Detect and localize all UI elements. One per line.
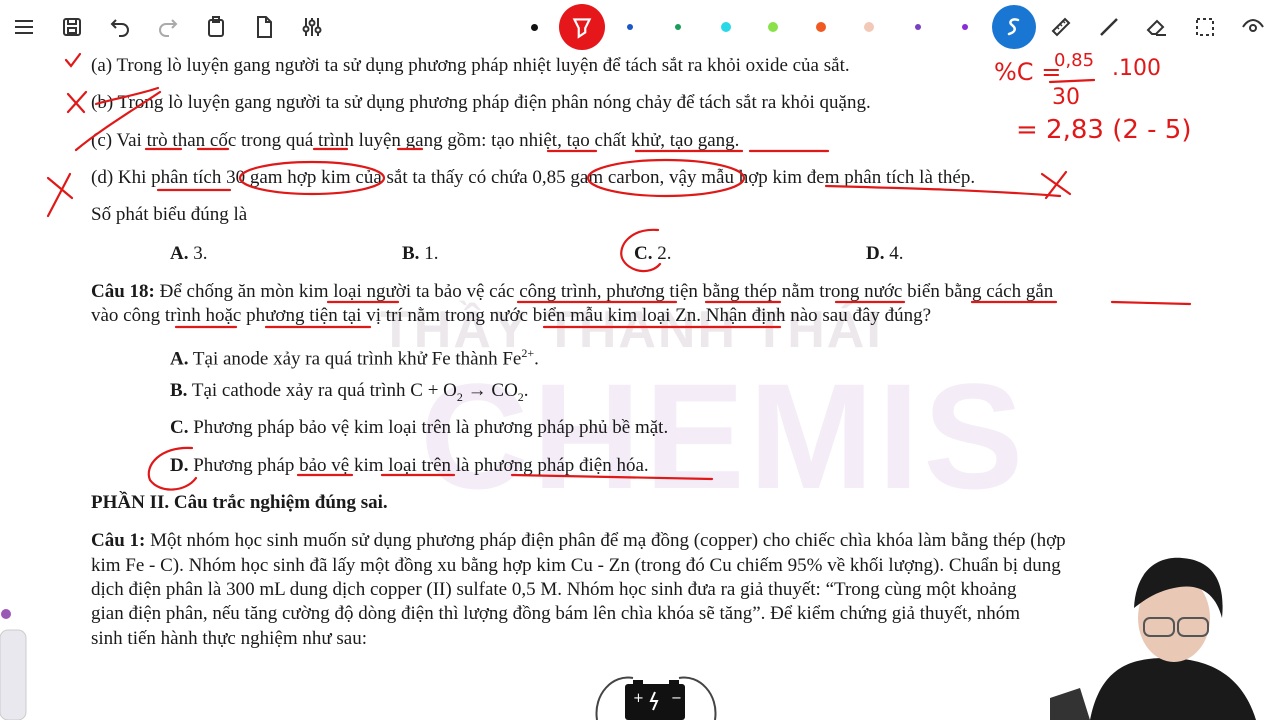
q1-line5: sinh tiến hành thực nghiệm như sau:: [91, 628, 368, 649]
line-icon[interactable]: [1094, 12, 1124, 42]
q17-prompt: Số phát biểu đúng là: [91, 204, 248, 225]
orange-color-swatch[interactable]: [816, 22, 826, 32]
option-end: .: [523, 380, 529, 401]
green-color-swatch[interactable]: [675, 24, 681, 30]
option-key: B.: [402, 243, 420, 264]
option-key: D.: [866, 243, 885, 264]
q1-line1: Câu 1: Một nhóm học sinh muốn sử dụng ph…: [91, 529, 1066, 553]
option-text: Tại anode xảy ra quá trình khử Fe thành …: [192, 348, 522, 370]
purple-color-swatch[interactable]: [962, 24, 968, 30]
q17-option-c[interactable]: C. 2.: [634, 242, 671, 266]
option-key: C.: [634, 243, 653, 264]
q18-option-d[interactable]: D. Phương pháp bảo vệ kim loại trên là p…: [170, 454, 649, 478]
q18-text1: Để chống ăn mòn kim loại người ta bảo vệ…: [159, 281, 1054, 302]
q17-statement-d: (d) Khi phân tích 30 gam hợp kim của sắt…: [91, 167, 976, 188]
q1-line3: dịch điện phân là 300 mL dung dịch coppe…: [91, 579, 1017, 600]
cross-mark-thep: [1040, 170, 1072, 200]
ink-multiplier: .100: [1112, 56, 1161, 81]
q1-text1: Một nhóm học sinh muốn sử dụng phương ph…: [150, 530, 1066, 551]
highlighter-tool-button[interactable]: [559, 4, 605, 50]
option-text: Phương pháp bảo vệ kim loại trên là phươ…: [193, 417, 669, 438]
lime-color-swatch[interactable]: [768, 22, 778, 32]
option-key: A.: [170, 348, 189, 370]
q17-option-d[interactable]: D. 4.: [866, 242, 903, 266]
q17-option-a[interactable]: A. 3.: [170, 242, 207, 266]
save-icon[interactable]: [57, 12, 87, 42]
sliders-icon[interactable]: [297, 12, 327, 42]
ruler-icon[interactable]: [1046, 12, 1076, 42]
q18-label: Câu 18:: [91, 281, 155, 302]
cross-mark-d: [46, 172, 74, 218]
highlighter-icon: [572, 18, 592, 39]
page-icon[interactable]: [249, 12, 279, 42]
q1-label: Câu 1:: [91, 530, 146, 551]
peach-color-swatch[interactable]: [864, 22, 874, 32]
option-key: C.: [170, 417, 189, 438]
q17-statement-b: (b) Trong lò luyện gang người ta sử dụng…: [91, 92, 871, 113]
check-mark-a: [64, 52, 82, 68]
cross-mark-b: [66, 90, 88, 114]
q1-line4: gian điện phân, nếu tăng cường độ dòng đ…: [91, 603, 1021, 624]
ink-result: = 2,83 (2 - 5): [1016, 115, 1192, 145]
eraser-icon[interactable]: [1142, 12, 1172, 42]
option-text: Phương pháp bảo vệ kim loại trên là phươ…: [193, 455, 649, 476]
ink-denominator: 30: [1052, 85, 1080, 110]
eye-icon[interactable]: [1238, 12, 1268, 42]
option-value: 2.: [657, 243, 672, 264]
q18-option-a[interactable]: A. Tại anode xảy ra quá trình khử Fe thà…: [170, 341, 539, 371]
option-value: 4.: [889, 243, 904, 264]
clipboard-icon[interactable]: [201, 12, 231, 42]
option-value: 3.: [193, 243, 208, 264]
svg-text:+: +: [633, 691, 644, 706]
q18-stem-line1: Câu 18: Để chống ăn mòn kim loại người t…: [91, 280, 1053, 304]
q17-option-b[interactable]: B. 1.: [402, 242, 438, 266]
option-end: .: [534, 348, 539, 370]
cyan-color-swatch[interactable]: [721, 22, 731, 32]
option-key: D.: [170, 455, 189, 476]
option-value: 1.: [424, 243, 439, 264]
q17-statement-a: (a) Trong lò luyện gang người ta sử dụng…: [91, 55, 850, 76]
ink-numerator: 0,85: [1054, 50, 1095, 71]
q18-option-b[interactable]: B. Tại cathode xảy ra quá trình C + O2 →…: [170, 379, 529, 409]
black-color-swatch[interactable]: [531, 24, 538, 31]
blue-color-swatch[interactable]: [627, 24, 633, 30]
q18-stem-line2: vào công trình hoặc phương tiện tại vị t…: [91, 305, 932, 326]
part2-heading: PHẦN II. Câu trắc nghiệm đúng sai.: [91, 492, 388, 513]
menu-icon[interactable]: [9, 12, 39, 42]
option-key: A.: [170, 243, 189, 264]
ink-percent-c: %C =: [994, 58, 1062, 86]
selection-icon[interactable]: [1190, 12, 1220, 42]
option-text-mid: → CO: [462, 380, 518, 401]
option-key: B.: [170, 380, 188, 401]
undo-icon[interactable]: [105, 12, 135, 42]
toolbar: [0, 0, 1280, 54]
presenter-video: [1050, 557, 1256, 720]
test-tube-illustration: [0, 609, 27, 720]
q17-statement-c: (c) Vai trò than cốc trong quá trình luy…: [91, 130, 740, 151]
pen-tool-button[interactable]: [992, 5, 1036, 49]
redo-icon[interactable]: [153, 12, 183, 42]
q18-option-c[interactable]: C. Phương pháp bảo vệ kim loại trên là p…: [170, 416, 668, 440]
squiggle-pen-icon: [1007, 18, 1020, 36]
battery-icon: + −: [595, 676, 717, 720]
violet-color-swatch[interactable]: [915, 24, 921, 30]
superscript: 2+: [521, 346, 535, 360]
q1-line2: kim Fe - C). Nhóm học sinh đã lấy một đồ…: [91, 555, 1061, 576]
option-text: Tại cathode xảy ra quá trình C + O: [191, 380, 457, 401]
svg-text:−: −: [671, 691, 682, 706]
